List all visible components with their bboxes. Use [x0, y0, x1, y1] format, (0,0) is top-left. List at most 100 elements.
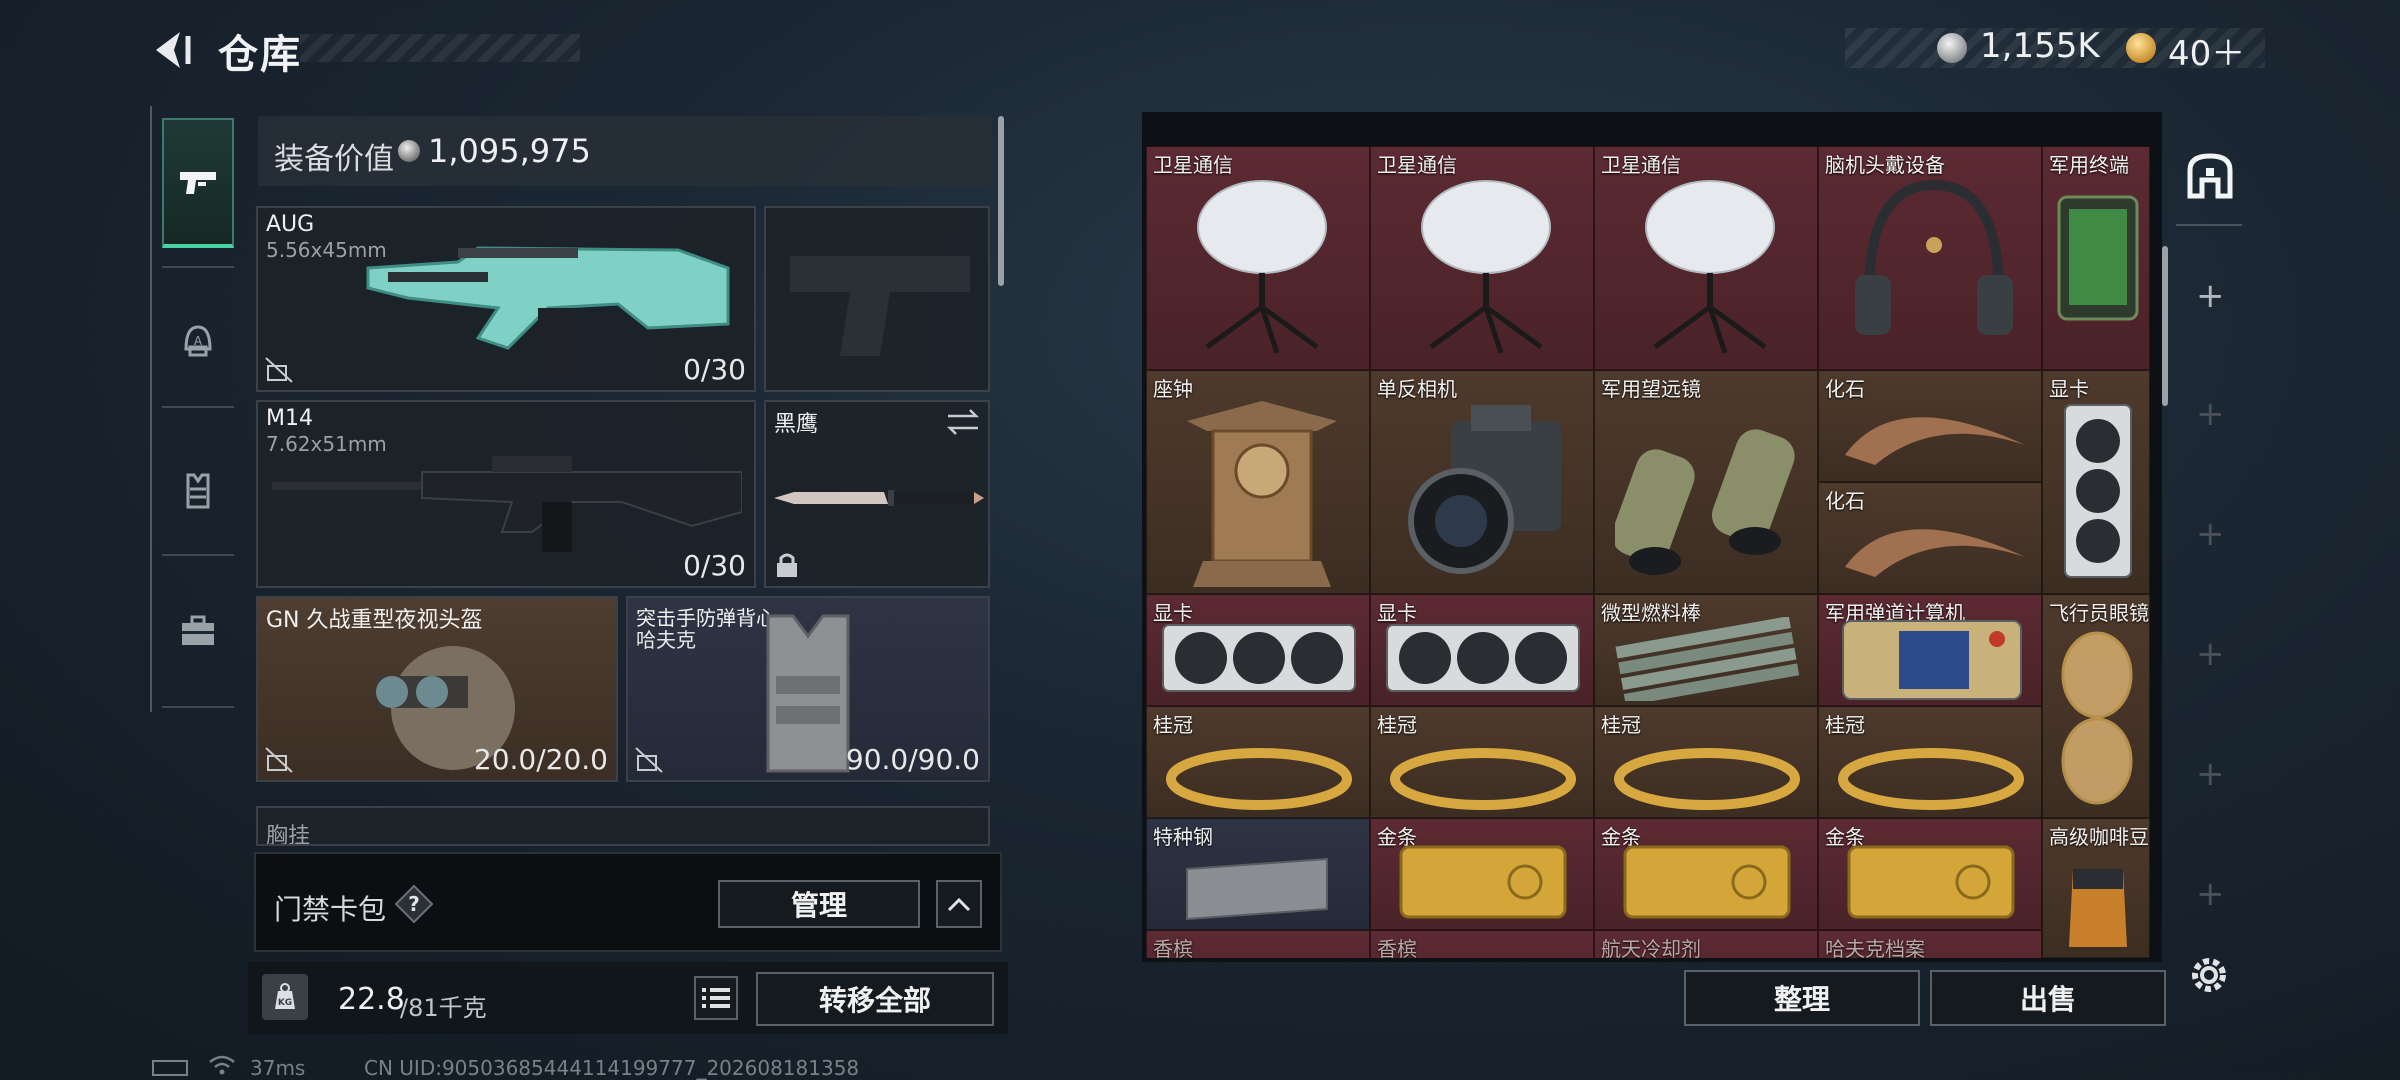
stash-item-special-steel[interactable]: 特种钢	[1146, 818, 1370, 930]
melee-name: 黑鹰	[774, 412, 819, 437]
primary-weapon-slot-1[interactable]: AUG 5.56x45mm 0/30	[256, 206, 756, 392]
equipment-value-label: 装备价值	[274, 142, 394, 177]
stash-item-fossil-2[interactable]: 化石	[1818, 482, 2042, 594]
stash-item-dslr-camera[interactable]: 单反相机	[1370, 370, 1594, 594]
nav-divider	[162, 266, 234, 268]
max-weight: /81千克	[400, 994, 487, 1022]
gold-currency-value[interactable]: 40＋	[2168, 26, 2245, 75]
pistol-icon	[180, 172, 216, 194]
unlocked-icon	[265, 357, 293, 383]
swap-icon[interactable]	[946, 408, 980, 436]
stash-item-mantel-clock[interactable]: 座钟	[1146, 370, 1370, 594]
nav-tab-weapons[interactable]	[162, 118, 234, 248]
stash-item-ballistic-computer[interactable]: 军用弹道计算机	[1818, 594, 2042, 706]
stash-item-gold-bar-2[interactable]: 金条	[1594, 818, 1818, 930]
helmet-slot[interactable]: GN 久战重型夜视头盔 20.0/20.0	[256, 596, 618, 782]
coffee-bag-image	[2069, 869, 2127, 947]
silver-coin-icon	[398, 140, 420, 162]
svg-text:?: ?	[408, 892, 420, 916]
stash-item-satellite-1[interactable]: 卫星通信	[1146, 146, 1370, 370]
stash-item-gpu-vertical[interactable]: 显卡	[2042, 370, 2150, 594]
stash-item-aviator-glasses[interactable]: 飞行员眼镜	[2042, 594, 2150, 818]
gold-coin-icon	[2126, 33, 2156, 63]
stash-item-coffee-beans[interactable]: 高级咖啡豆	[2042, 818, 2150, 958]
chevron-up-icon	[947, 897, 971, 912]
sell-button[interactable]: 出售	[1930, 970, 2166, 1026]
back-arrow-icon	[156, 32, 191, 68]
gold-bar-image	[1623, 845, 1791, 919]
collapse-button[interactable]	[936, 880, 982, 928]
side-tab-divider	[2176, 224, 2242, 226]
back-button[interactable]	[150, 28, 194, 72]
silver-currency-value: 1,155K	[1980, 26, 2100, 66]
sort-button[interactable]: 整理	[1684, 970, 1920, 1026]
gold-bar-image	[1399, 845, 1567, 919]
stash-item-gpu-1[interactable]: 显卡	[1146, 594, 1370, 706]
stash-item-champagne-1[interactable]: 香槟	[1146, 930, 1370, 958]
chest-rig-slot[interactable]: 胸挂	[256, 806, 990, 846]
stash-item-satellite-2[interactable]: 卫星通信	[1370, 146, 1594, 370]
stash-item-laurel-1[interactable]: 桂冠	[1146, 706, 1370, 818]
manage-button[interactable]: 管理	[718, 880, 920, 928]
laurel-crown-image	[1838, 748, 2024, 810]
stash-grid: 卫星通信 卫星通信 卫星通信 脑机头戴设备 军用终端 座钟 单反相机 军用望远镜…	[1146, 146, 2150, 958]
stash-item-military-terminal[interactable]: 军用终端	[2042, 146, 2150, 370]
stash-item-aerospace-coolant[interactable]: 航天冷却剂	[1594, 930, 1818, 958]
headset-image	[1855, 179, 2013, 335]
stash-item-gold-bar-3[interactable]: 金条	[1818, 818, 2042, 930]
stash-item-fossil-1[interactable]: 化石	[1818, 370, 2042, 482]
battery-icon	[152, 1060, 188, 1076]
help-icon[interactable]: ?	[394, 884, 434, 924]
graphics-card-image	[1386, 624, 1580, 692]
armor-slot[interactable]: 突击手防弹背心 哈夫克 90.0/90.0	[626, 596, 990, 782]
add-stash-tab-icon: +	[2196, 514, 2225, 554]
pistol-slot[interactable]	[764, 206, 990, 392]
nav-divider	[162, 554, 234, 556]
unlocked-icon	[265, 747, 293, 773]
add-stash-tab-icon[interactable]: +	[2196, 276, 2225, 316]
stash-item-champagne-2[interactable]: 香槟	[1370, 930, 1594, 958]
ping-value: 37ms	[250, 1056, 306, 1080]
stash-item-micro-fuel-rod[interactable]: 微型燃料棒	[1594, 594, 1818, 706]
ammo-count: 0/30	[683, 549, 746, 582]
ammo-count: 0/30	[683, 353, 746, 386]
list-view-button[interactable]	[694, 976, 738, 1020]
armor-brand: 哈夫克	[636, 628, 696, 652]
stash-item-binoculars[interactable]: 军用望远镜	[1594, 370, 1818, 594]
helmet-durability: 20.0/20.0	[473, 743, 608, 776]
transfer-all-button[interactable]: 转移全部	[756, 972, 994, 1026]
nav-tab-vest[interactable]	[162, 426, 234, 556]
stash-item-laurel-4[interactable]: 桂冠	[1818, 706, 2042, 818]
page-title: 仓库	[218, 32, 302, 78]
gear-icon[interactable]	[2186, 952, 2232, 998]
pistol-silhouette-icon	[790, 256, 970, 356]
graphics-card-image	[2064, 404, 2132, 578]
stash-item-laurel-2[interactable]: 桂冠	[1370, 706, 1594, 818]
laurel-crown-image	[1614, 748, 1800, 810]
gold-bar-image	[1847, 845, 2015, 919]
stash-item-gold-bar-1[interactable]: 金条	[1370, 818, 1594, 930]
nav-tab-case[interactable]	[162, 566, 234, 696]
stash-item-gpu-2[interactable]: 显卡	[1370, 594, 1594, 706]
stash-item-bci-headset[interactable]: 脑机头戴设备	[1818, 146, 2042, 370]
stash-scrollbar[interactable]	[2162, 246, 2168, 406]
terminal-image	[2057, 195, 2139, 321]
weapon-name: M14	[266, 406, 313, 431]
stash-home-icon[interactable]	[2184, 150, 2236, 202]
satellite-dish-image	[1197, 180, 1327, 354]
add-stash-tab-icon: +	[2196, 874, 2225, 914]
stash-item-satellite-3[interactable]: 卫星通信	[1594, 146, 1818, 370]
equipment-nav: A	[150, 106, 244, 712]
primary-weapon-slot-2[interactable]: M14 7.62x51mm 0/30	[256, 400, 756, 588]
nav-divider	[162, 406, 234, 408]
steel-ingot-image	[1186, 857, 1328, 921]
unlocked-icon	[635, 747, 663, 773]
equipment-scrollbar[interactable]	[998, 116, 1004, 286]
stash-item-laurel-3[interactable]: 桂冠	[1594, 706, 1818, 818]
m14-rifle-image	[272, 456, 742, 552]
fossil-claw-image	[1845, 417, 2025, 465]
melee-slot[interactable]: 黑鹰	[764, 400, 990, 588]
stash-item-haavk-archive[interactable]: 哈夫克档案	[1818, 930, 2042, 958]
binoculars-image	[1615, 429, 1795, 575]
nav-tab-helmet[interactable]: A	[162, 276, 234, 406]
